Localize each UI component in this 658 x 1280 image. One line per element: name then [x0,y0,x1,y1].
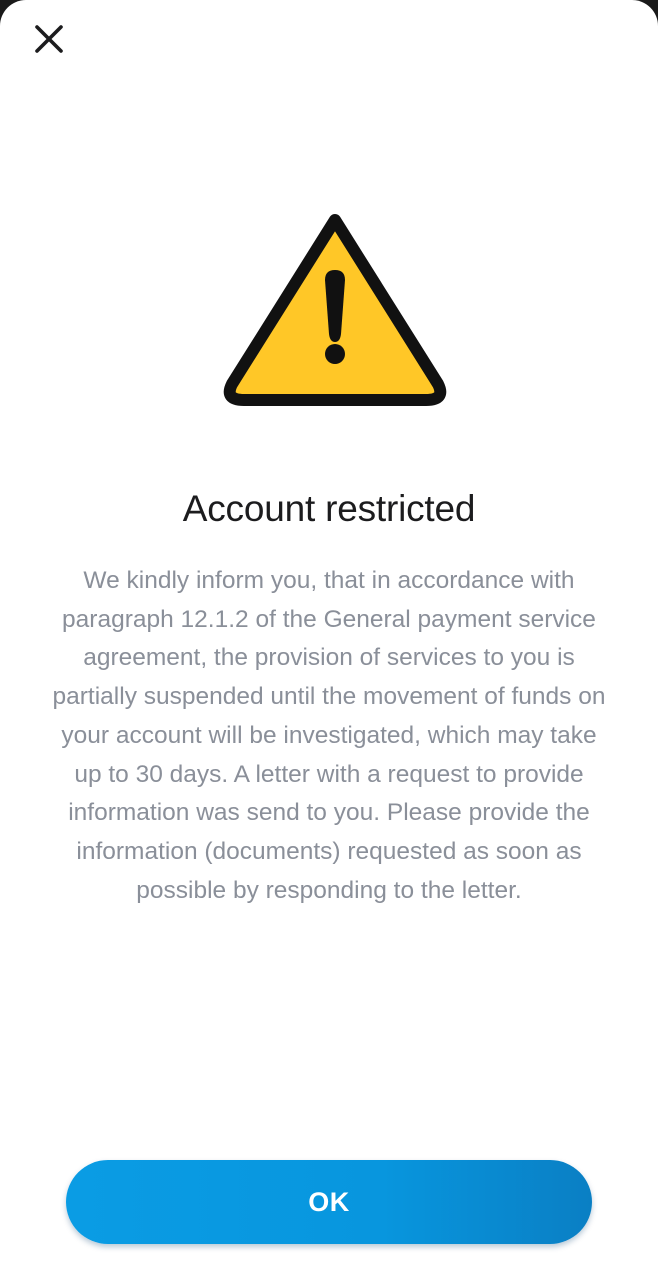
ok-button[interactable]: OK [66,1160,592,1244]
close-button[interactable] [24,14,74,64]
alert-sheet: Account restricted We kindly inform you,… [0,0,658,1280]
close-icon [35,25,63,53]
alert-title: Account restricted [182,488,476,529]
warning-triangle-icon [223,214,447,406]
alert-message: We kindly inform you, that in accordance… [52,567,606,904]
